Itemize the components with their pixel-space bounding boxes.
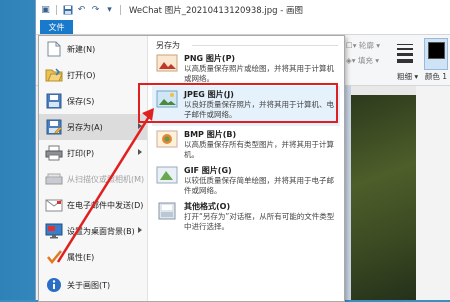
menu-item-set-desktop-background[interactable]: 设置为桌面背景(B): [39, 218, 147, 244]
tab-file[interactable]: 文件: [40, 20, 73, 34]
menu-item-open[interactable]: 打开(O): [39, 62, 147, 88]
menu-item-label: 设置为桌面背景(B): [67, 226, 135, 236]
ribbon-tab-bar: 文件: [36, 20, 450, 35]
outline-dropdown[interactable]: ☐▾ 轮廓 ▾: [346, 40, 380, 51]
menu-item-label: 新建(N): [67, 44, 96, 54]
menu-item-send-email[interactable]: 在电子邮件中发送(D): [39, 192, 147, 218]
thickness-line-thin: [397, 43, 413, 45]
printer-icon: [45, 144, 63, 162]
quick-access-toolbar: ▣ ↶ ↷ ▾: [40, 5, 123, 16]
fill-dropdown[interactable]: ◈▾ 填充 ▾: [346, 55, 379, 66]
submenu-item-description: 以高质量保存照片或绘图，并将其用于计算机或网络。: [184, 64, 334, 83]
menu-item-label: 打开(O): [67, 70, 96, 80]
annotation-highlight-box: [138, 83, 338, 123]
menu-item-label: 打印(P): [67, 148, 95, 158]
menu-item-save-as[interactable]: 另存为(A): [39, 114, 147, 140]
canvas-top-edge: [351, 86, 416, 95]
submenu-arrow-icon: [138, 227, 142, 233]
scanner-icon: [45, 170, 63, 188]
menu-item-label: 从扫描仪或照相机(M): [67, 174, 145, 184]
save-as-icon: [45, 118, 63, 136]
menu-item-from-scanner: 从扫描仪或照相机(M): [39, 166, 147, 192]
color1-label: 颜色 1: [424, 72, 448, 81]
window-title: WeChat 图片_20210413120938.jpg - 画图: [129, 6, 303, 16]
menu-item-label: 关于画图(T): [67, 280, 111, 290]
png-image-icon: [156, 54, 178, 72]
save-disk-icon: [45, 92, 63, 110]
redo-icon[interactable]: ↷: [90, 5, 101, 16]
undo-icon[interactable]: ↶: [76, 5, 87, 16]
canvas-image[interactable]: [351, 95, 416, 300]
submenu-arrow-icon: [138, 123, 142, 129]
color1-swatch: [427, 42, 445, 59]
menu-item-label: 在电子邮件中发送(D): [67, 200, 144, 210]
thickness-line-thick: [397, 52, 413, 56]
submenu-arrow-icon: [138, 149, 142, 155]
bmp-image-icon: [156, 130, 178, 148]
file-menu: 新建(N) 打开(O) 保存(S) 另存为(A) 打印(P) 从扫描仪或照相机(…: [38, 35, 345, 302]
file-menu-commands: 新建(N) 打开(O) 保存(S) 另存为(A) 打印(P) 从扫描仪或照相机(…: [39, 36, 148, 301]
menu-item-label: 属性(E): [67, 252, 95, 262]
submenu-item-description: 打开“另存为”对话框，从所有可能的文件类型中进行选择。: [184, 212, 335, 231]
color1-button[interactable]: [424, 38, 448, 70]
thickness-button[interactable]: [394, 39, 416, 67]
menu-item-new[interactable]: 新建(N): [39, 36, 147, 62]
customize-quick-access-icon[interactable]: ▾: [104, 5, 115, 16]
desktop-background-icon: [45, 222, 63, 240]
menu-item-save[interactable]: 保存(S): [39, 88, 147, 114]
save-as-submenu: 另存为 PNG 图片(P) 以高质量保存照片或绘图，并将其用于计算机或网络。 J…: [148, 36, 344, 301]
submenu-item-description: 以较低质量保存简单绘图，并将其用于电子邮件或网络。: [184, 176, 334, 195]
save-as-bmp[interactable]: BMP 图片(B) 以高质量保存所有类型图片，并将其用于计算机。: [152, 126, 340, 166]
toolbar-divider: [56, 5, 57, 15]
submenu-item-title: GIF 图片(G): [184, 166, 232, 175]
outline-icon: ☐▾: [346, 41, 359, 50]
menu-item-properties[interactable]: 属性(E): [39, 244, 147, 270]
menu-item-label: 保存(S): [67, 96, 95, 106]
menu-item-label: 另存为(A): [67, 122, 103, 132]
gif-image-icon: [156, 166, 178, 184]
info-icon: [45, 276, 63, 294]
menu-item-print[interactable]: 打印(P): [39, 140, 147, 166]
submenu-item-title: 其他格式(O): [184, 202, 231, 211]
save-icon[interactable]: [62, 5, 73, 16]
email-icon: [45, 196, 63, 214]
submenu-heading-divider: [192, 45, 338, 46]
fill-label: 填充: [357, 56, 373, 65]
toolbar-divider: [120, 5, 121, 15]
submenu-item-description: 以高质量保存所有类型图片，并将其用于计算机。: [184, 140, 334, 159]
thickness-label: 粗细 ▾: [397, 72, 419, 81]
thickness-line-medium: [397, 47, 413, 50]
save-as-other-formats[interactable]: 其他格式(O) 打开“另存为”对话框，从所有可能的文件类型中进行选择。: [152, 198, 340, 238]
thickness-line-heavy: [397, 58, 413, 63]
submenu-item-title: PNG 图片(P): [184, 54, 236, 63]
properties-check-icon: [45, 248, 63, 266]
app-icon: ▣: [41, 5, 50, 15]
open-folder-icon: [45, 66, 63, 84]
save-as-gif[interactable]: GIF 图片(G) 以较低质量保存简单绘图，并将其用于电子邮件或网络。: [152, 162, 340, 202]
outline-label: 轮廓: [358, 41, 374, 50]
menu-item-about[interactable]: 关于画图(T): [39, 272, 147, 298]
fill-icon: ◈▾: [346, 56, 358, 65]
other-formats-icon: [156, 202, 178, 220]
submenu-item-title: BMP 图片(B): [184, 130, 237, 139]
new-document-icon: [45, 40, 63, 58]
title-bar: ▣ ↶ ↷ ▾ WeChat 图片_20210413120938.jpg - 画…: [36, 0, 450, 20]
